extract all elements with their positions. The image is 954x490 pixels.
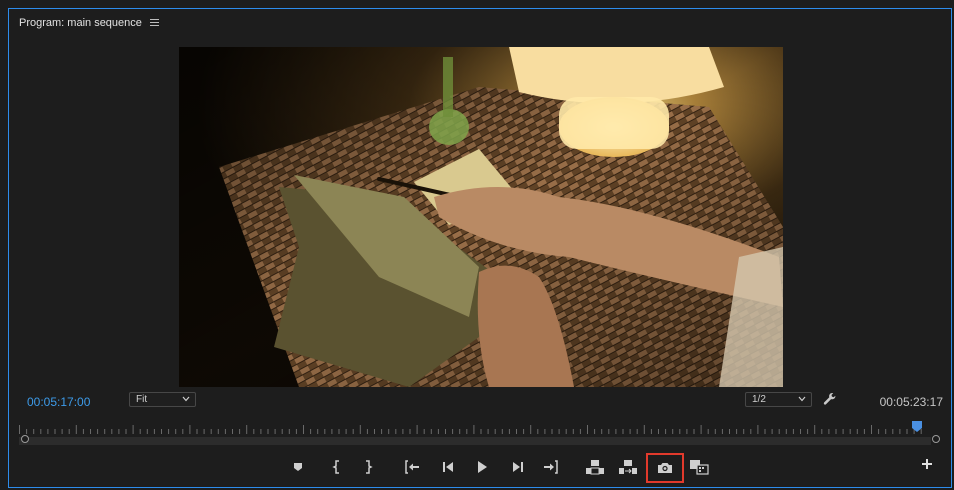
step-forward-icon <box>513 462 523 472</box>
program-monitor-panel: Program: main sequence 00:05:17:00 Fit 1… <box>8 8 952 488</box>
mark-in-button[interactable] <box>326 456 348 478</box>
go-to-out-button[interactable] <box>540 456 562 478</box>
mark-in-icon <box>332 460 339 474</box>
go-to-in-icon <box>405 460 419 474</box>
playhead[interactable] <box>911 420 923 434</box>
lift-icon <box>586 460 604 475</box>
zoom-level-value: Fit <box>136 394 148 405</box>
panel-title[interactable]: Program: main sequence <box>19 17 142 29</box>
step-back-icon <box>443 462 453 472</box>
out-point-handle[interactable] <box>932 435 940 443</box>
wrench-settings-icon[interactable] <box>823 392 837 406</box>
extract-button[interactable] <box>617 456 639 478</box>
current-timecode[interactable]: 00:05:17:00 <box>27 395 90 409</box>
marker-icon <box>294 463 302 471</box>
camera-icon <box>658 463 672 473</box>
add-marker-button[interactable] <box>287 456 309 478</box>
add-button-icon[interactable] <box>921 458 933 470</box>
mark-out-icon <box>366 460 373 474</box>
transport-controls <box>9 453 953 483</box>
video-preview <box>179 47 783 387</box>
playback-resolution-value: 1/2 <box>752 394 766 405</box>
extract-icon <box>619 460 637 474</box>
video-frame-image <box>179 47 783 387</box>
playback-resolution-dropdown[interactable]: 1/2 <box>745 392 812 407</box>
go-to-out-icon <box>544 460 558 474</box>
step-back-button[interactable] <box>437 456 459 478</box>
lift-button[interactable] <box>584 456 606 478</box>
hamburger-menu-icon[interactable] <box>149 19 159 27</box>
zoom-level-dropdown[interactable]: Fit <box>129 392 196 407</box>
scrub-bar[interactable] <box>19 437 931 445</box>
duration-timecode: 00:05:23:17 <box>879 395 943 409</box>
panel-header: Program: main sequence <box>19 15 159 31</box>
comparison-view-icon <box>690 460 709 475</box>
play-icon <box>478 461 487 473</box>
time-ruler[interactable] <box>19 423 927 435</box>
export-frame-button[interactable] <box>646 453 684 483</box>
mark-out-button[interactable] <box>357 456 379 478</box>
step-forward-button[interactable] <box>507 456 529 478</box>
in-point-handle[interactable] <box>21 435 29 443</box>
chevron-down-icon <box>182 396 190 402</box>
comparison-view-button[interactable] <box>688 456 710 478</box>
play-button[interactable] <box>471 456 493 478</box>
chevron-down-icon <box>798 396 806 402</box>
go-to-in-button[interactable] <box>401 456 423 478</box>
